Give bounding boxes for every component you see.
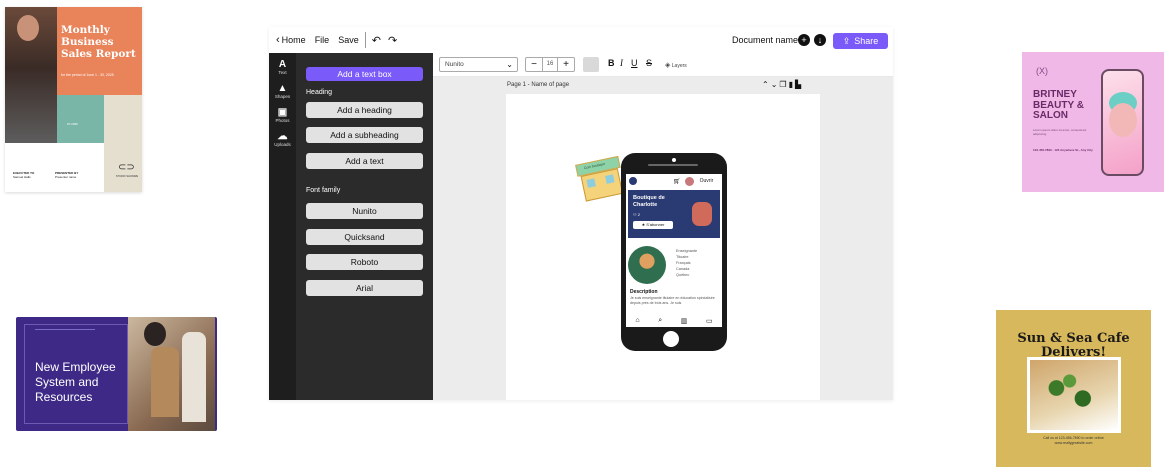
presented-name: Presenter name [55, 175, 77, 179]
image-icon: ▣ [277, 107, 288, 118]
download-circle-icon[interactable]: ↓ [814, 34, 826, 46]
editor-topbar: ‹ Home File Save ↶ ↷ Document name + ↓ ⇪… [269, 27, 893, 53]
cafe-food-image [1027, 357, 1121, 433]
description-title: Description [630, 289, 658, 295]
chevron-up-icon[interactable]: ⌃ [762, 80, 771, 89]
salon-logo: (X) [1036, 66, 1048, 76]
add-text-button[interactable]: Add a text [306, 153, 423, 169]
italic-button[interactable]: I [620, 58, 623, 68]
backpack-icon [692, 202, 712, 226]
document-name[interactable]: Document name [732, 35, 798, 45]
phone-mockup[interactable]: 🛒︎ Ouvrir Boutique de Charlotte ⚇ 2 ★ S'… [621, 153, 727, 351]
template-thumbnail-sales-report[interactable]: Monthly Business Sales Report for the pe… [5, 7, 142, 192]
shop-banner: Boutique de Charlotte ⚇ 2 ★ S'abonner [628, 190, 720, 238]
app-logo-icon [629, 177, 637, 185]
page-controls: ⌃⌄❐▮▙ [762, 80, 803, 89]
studio-logo-text: STUDIO SHODWE [115, 175, 139, 178]
profile-tags: Enseignante Tituaire Français Canada Qué… [676, 249, 698, 277]
format-toolbar: Nunito ⌄ − 16 + B I U S ◈ Layers [433, 53, 893, 77]
team-icon: ⚇ [633, 212, 637, 217]
executed-name: Samuel Halls [13, 175, 31, 179]
strikethrough-button[interactable]: S [646, 58, 652, 68]
template-thumbnail-employee[interactable]: New Employee System and Resources [16, 317, 217, 431]
shop-sticker-image[interactable]: Coin boutique [575, 155, 627, 206]
underline-button[interactable]: U [631, 58, 638, 68]
page-title[interactable]: Page 1 - Name of page [507, 82, 569, 88]
description-text: Je suis enseignante titulaire en éducati… [630, 296, 715, 305]
text-panel: Add a text box Heading Add a heading Add… [296, 53, 433, 400]
store-icon: ▭ [706, 317, 713, 325]
home-button[interactable]: ‹ Home [276, 34, 306, 46]
add-page-icon[interactable]: ▙ [795, 80, 803, 89]
salon-contact: 123-456-7890 · 123 Anywhere St., Any Cit… [1033, 148, 1093, 152]
plus-icon[interactable]: + [558, 59, 574, 70]
rail-photos[interactable]: ▣ Photos [269, 107, 296, 123]
bold-button[interactable]: B [608, 58, 615, 68]
layers-button[interactable]: ◈ Layers [665, 61, 687, 69]
duplicate-icon[interactable]: ❐ [779, 80, 788, 89]
template-thumbnail-cafe[interactable]: Sun & Sea Cafe Delivers! Call us at 123-… [996, 310, 1151, 467]
cloud-upload-icon: ☁ [277, 131, 288, 142]
editor-window: ‹ Home File Save ↶ ↷ Document name + ↓ ⇪… [269, 27, 893, 400]
profile-photo [628, 246, 666, 284]
user-avatar-icon [684, 176, 694, 186]
upload-icon: ⇪ [842, 35, 851, 46]
font-size-value[interactable]: 16 [542, 58, 558, 71]
employee-title: New Employee System and Resources [35, 360, 116, 404]
salon-text: Lorem ipsum dolor sit amet, consectetur … [1033, 128, 1087, 136]
phone-screen: 🛒︎ Ouvrir Boutique de Charlotte ⚇ 2 ★ S'… [626, 174, 722, 327]
font-option-nunito[interactable]: Nunito [306, 203, 423, 219]
canvas-area: Page 1 - Name of page ⌃⌄❐▮▙ Coin boutiqu… [433, 77, 893, 400]
report-photo [5, 7, 57, 143]
salon-title: BRITNEY BEAUTY & SALON [1033, 89, 1084, 121]
design-page[interactable]: Coin boutique 🛒︎ Ouvrir Boutique de Char… [506, 94, 820, 400]
rail-shapes[interactable]: ▲ Shapes [269, 83, 296, 99]
file-menu[interactable]: File [315, 35, 330, 45]
font-size-stepper[interactable]: − 16 + [525, 57, 575, 72]
font-option-arial[interactable]: Arial [306, 280, 423, 296]
open-label: Ouvrir [699, 178, 714, 184]
shapes-icon: ▲ [277, 83, 288, 94]
cart-icon: 🛒︎ [673, 178, 681, 185]
report-date: 07.2025 [67, 122, 78, 126]
phone-navbar: ⌂ ⌕ ▥ ▭ [626, 314, 722, 327]
save-button[interactable]: Save [338, 35, 359, 45]
share-button[interactable]: ⇪ Share [833, 33, 888, 49]
chevron-left-icon: ‹ [276, 34, 280, 46]
undo-icon[interactable]: ↶ [372, 34, 381, 47]
font-select[interactable]: Nunito ⌄ [439, 57, 518, 72]
plus-circle-icon[interactable]: + [798, 34, 810, 46]
add-heading-button[interactable]: Add a heading [306, 102, 423, 118]
rail-text[interactable]: A Text [269, 59, 296, 75]
shop-name: Boutique de Charlotte [633, 195, 665, 208]
cafe-title: Sun & Sea Cafe Delivers! [1017, 331, 1130, 360]
library-icon: ▥ [680, 317, 688, 325]
report-title: Monthly Business Sales Report [61, 24, 136, 60]
rail-uploads[interactable]: ☁ Uploads [269, 131, 296, 147]
report-subtitle: for the period of June 1 - 30, 2025 [61, 73, 114, 77]
studio-logo-icon: ⊂⊃ [118, 162, 135, 173]
text-icon: A [278, 59, 287, 70]
color-swatch[interactable] [583, 57, 599, 72]
template-thumbnail-beauty-salon[interactable]: (X) BRITNEY BEAUTY & SALON Lorem ipsum d… [1022, 52, 1164, 192]
font-family-label: Font family [306, 187, 341, 194]
search-icon: ⌕ [658, 316, 663, 324]
redo-icon[interactable]: ↷ [388, 34, 397, 47]
add-textbox-button[interactable]: Add a text box [306, 67, 423, 81]
subscribe-button: ★ S'abonner [633, 221, 673, 229]
chevron-down-icon: ⌄ [506, 60, 513, 69]
add-subheading-button[interactable]: Add a subheading [306, 127, 423, 143]
home-icon: ⌂ [635, 317, 640, 324]
tool-rail: A Text ▲ Shapes ▣ Photos ☁ Uploads [269, 53, 296, 400]
minus-icon[interactable]: − [526, 59, 542, 70]
star-icon: ★ [641, 222, 646, 227]
layers-icon: ◈ [665, 62, 671, 69]
cafe-site: www.reallygreatsite.com [1054, 441, 1093, 445]
heading-label: Heading [306, 89, 333, 96]
font-option-quicksand[interactable]: Quicksand [306, 229, 423, 245]
font-option-roboto[interactable]: Roboto [306, 254, 423, 270]
home-button-circle [663, 331, 679, 347]
